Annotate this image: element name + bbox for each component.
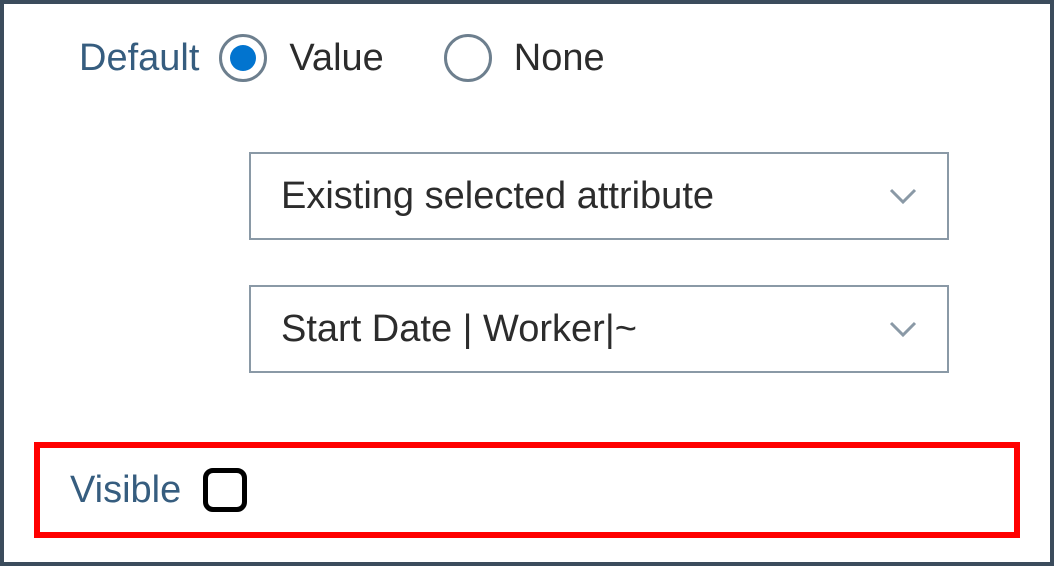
settings-panel: Default Value None Existing selected att…: [0, 0, 1054, 566]
default-row: Default Value None: [79, 34, 1015, 82]
radio-none-label: None: [514, 37, 605, 80]
radio-none[interactable]: [444, 34, 492, 82]
default-label: Default: [79, 37, 199, 80]
radio-none-group: None: [444, 34, 605, 82]
chevron-down-icon: [889, 320, 917, 338]
chevron-down-icon: [889, 187, 917, 205]
attribute-dropdown-text: Existing selected attribute: [281, 175, 714, 218]
dropdowns-container: Existing selected attribute Start Date |…: [249, 152, 1015, 373]
field-dropdown-text: Start Date | Worker|~: [281, 308, 637, 351]
visible-row-highlight: Visible: [34, 442, 1020, 538]
radio-value-group: Value: [219, 34, 383, 82]
field-dropdown[interactable]: Start Date | Worker|~: [249, 285, 949, 373]
radio-value-label: Value: [289, 37, 383, 80]
attribute-dropdown[interactable]: Existing selected attribute: [249, 152, 949, 240]
visible-checkbox[interactable]: [203, 468, 247, 512]
visible-label: Visible: [70, 469, 181, 512]
radio-value[interactable]: [219, 34, 267, 82]
